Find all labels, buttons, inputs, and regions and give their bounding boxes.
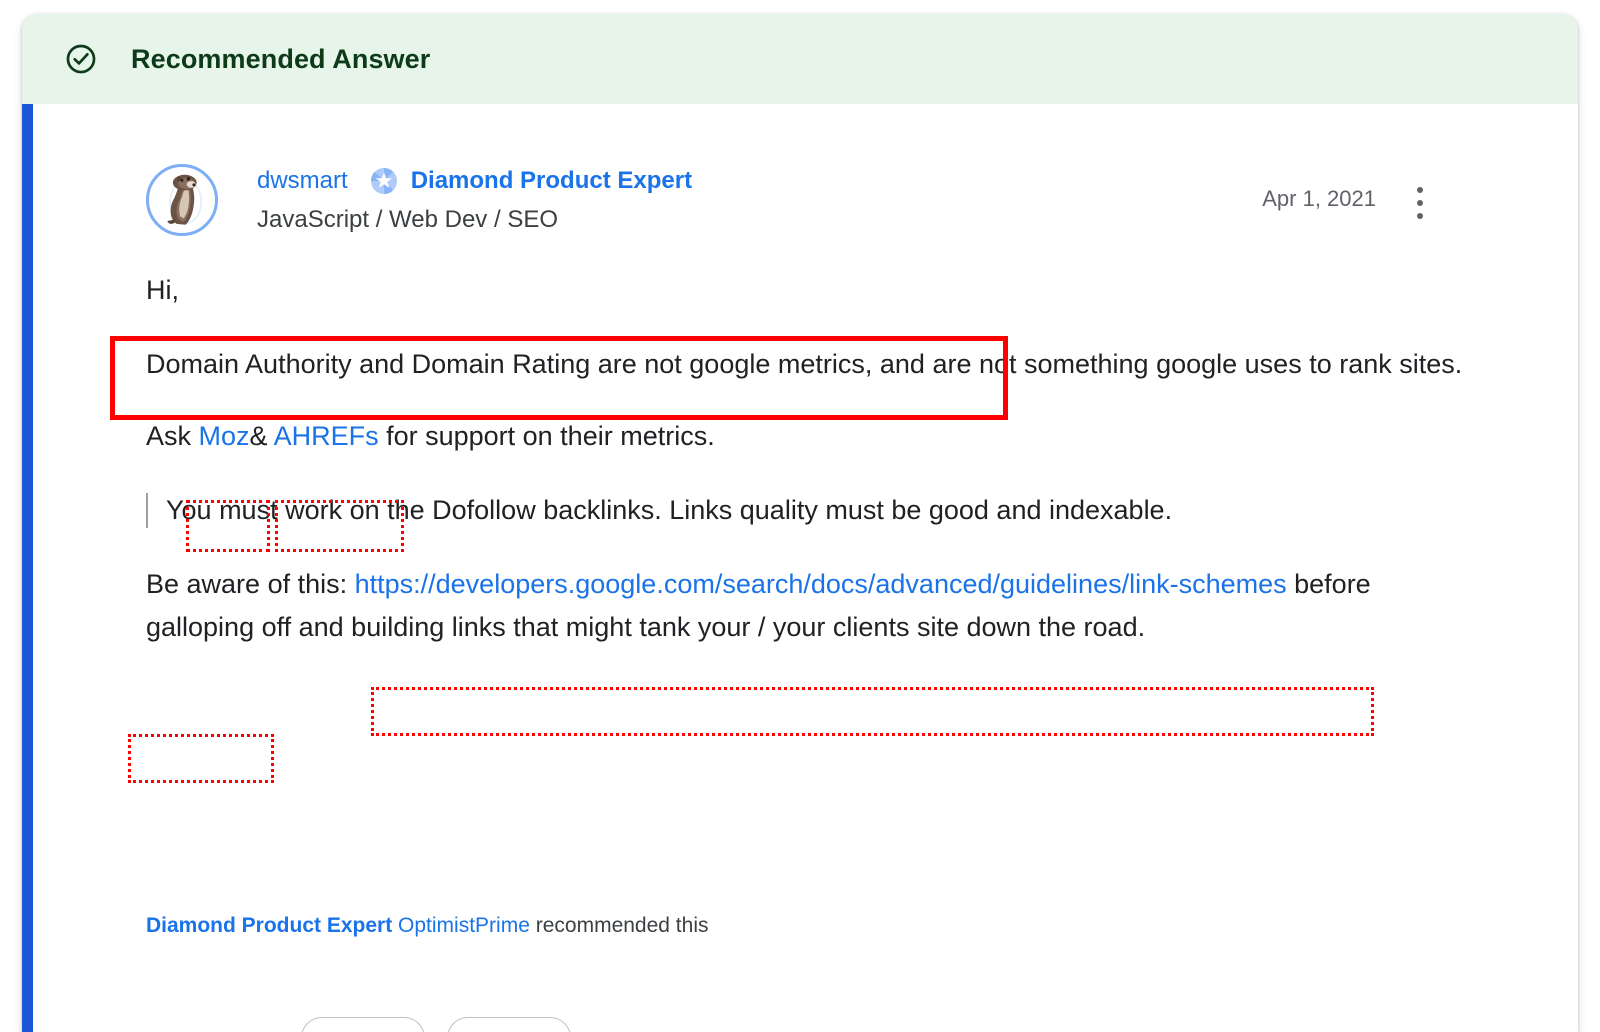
- recommended-answer-title: Recommended Answer: [131, 43, 431, 74]
- message-claim-remainder: and are not something google uses to ran…: [872, 349, 1463, 379]
- ahrefs-link[interactable]: AHREFs: [274, 421, 379, 451]
- recommended-by-footer: Diamond Product Expert OptimistPrime rec…: [146, 914, 709, 938]
- recommended-answer-banner: Recommended Answer: [22, 14, 1578, 104]
- message-paragraph-ask: Ask Moz& AHREFs for support on their met…: [146, 415, 1466, 458]
- message-highlighted-claim: Domain Authority and Domain Rating are n…: [146, 349, 873, 379]
- author-name-link[interactable]: dwsmart: [257, 167, 348, 195]
- action-button-secondary[interactable]: [447, 1017, 571, 1032]
- author-identity-line: dwsmart Diamond Product Expert: [257, 162, 1157, 200]
- answer-message-body: Hi, Domain Authority and Domain Rating a…: [146, 269, 1466, 680]
- message-paragraph-metrics: Domain Authority and Domain Rating are n…: [146, 343, 1466, 386]
- action-button-row: [301, 1017, 571, 1032]
- action-button-primary[interactable]: [301, 1017, 425, 1032]
- answer-body: dwsmart Diamond Product Expert JavaScrip…: [33, 104, 1578, 1032]
- aware-prefix-text: Be aware of this:: [146, 569, 355, 599]
- diamond-product-expert-star-icon: [370, 167, 398, 195]
- ask-ampersand: &: [249, 421, 268, 451]
- ask-suffix-text: for support on their metrics.: [378, 421, 715, 451]
- moz-link[interactable]: Moz: [199, 421, 250, 451]
- otter-avatar: [150, 168, 214, 232]
- avatar[interactable]: [146, 164, 218, 236]
- check-circle-icon: [66, 44, 96, 74]
- footer-user-link[interactable]: OptimistPrime: [398, 914, 530, 937]
- link-schemes-url-link[interactable]: https://developers.google.com/search/doc…: [355, 569, 1287, 599]
- recommended-answer-card: Recommended Answer dwsmart Diamond Produ…: [22, 14, 1578, 1032]
- author-specialties: JavaScript / Web Dev / SEO: [257, 206, 558, 233]
- message-paragraph-link-schemes: Be aware of this: https://developers.goo…: [146, 563, 1466, 649]
- kebab-menu-icon[interactable]: [1407, 184, 1433, 222]
- message-quoted-line: You must work on the Dofollow backlinks.…: [146, 489, 1466, 532]
- screenshot-root: Recommended Answer dwsmart Diamond Produ…: [0, 0, 1600, 1032]
- author-row: dwsmart Diamond Product Expert JavaScrip…: [146, 162, 1506, 242]
- post-date: Apr 1, 2021: [1262, 186, 1376, 211]
- footer-expert-badge-label[interactable]: Diamond Product Expert: [146, 914, 392, 937]
- answer-accent-bar: [22, 104, 33, 1032]
- footer-suffix-text: recommended this: [529, 914, 709, 937]
- author-meta: dwsmart Diamond Product Expert JavaScrip…: [257, 162, 1157, 234]
- expert-badge-label[interactable]: Diamond Product Expert: [411, 167, 692, 195]
- ask-prefix-text: Ask: [146, 421, 199, 451]
- message-greeting: Hi,: [146, 275, 179, 305]
